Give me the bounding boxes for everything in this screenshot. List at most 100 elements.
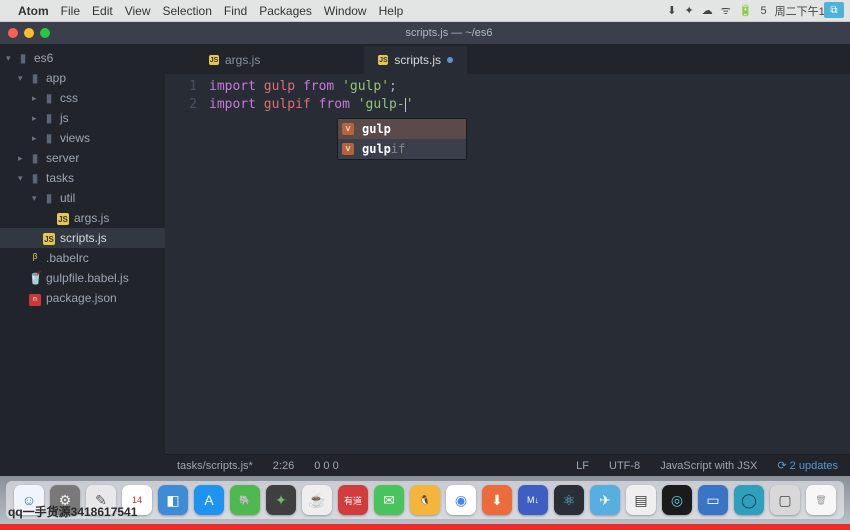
tree-label: server [46,151,79,165]
status-eol[interactable]: LF [572,460,593,472]
dock-app-16[interactable]: ✈ [590,485,620,515]
tree-babelrc[interactable]: ᵝ.babelrc [0,248,165,268]
autocomplete-item[interactable]: vgulpif [338,139,466,159]
dock-app-11[interactable]: 🐧 [410,485,440,515]
code-editor[interactable]: 1 2 import gulp from 'gulp'; import gulp… [165,74,850,454]
dock-app-7[interactable]: ✦ [266,485,296,515]
npm-icon: n [29,294,41,306]
folder-icon: ▮ [28,171,42,185]
tree-label: app [46,71,66,85]
tree-gulpfile[interactable]: 🥤 gulpfile.babel.js [0,268,165,288]
tree-label: util [60,191,75,205]
tab-args-js[interactable]: JS args.js [195,46,274,74]
app-name[interactable]: Atom [18,4,49,18]
minimize-button[interactable] [24,28,34,38]
tree-app[interactable]: ▾▮app [0,68,165,88]
js-icon: JS [378,55,388,65]
status-cursor-pos[interactable]: 2:26 [269,460,298,472]
status-language[interactable]: JavaScript with JSX [656,460,761,472]
menu-selection[interactable]: Selection [163,4,212,18]
gulp-icon: 🥤 [28,271,42,285]
dock-app-14[interactable]: M↓ [518,485,548,515]
menu-window[interactable]: Window [324,4,367,18]
zoom-button[interactable] [40,28,50,38]
tree-label: js [60,111,69,125]
tab-label: args.js [225,53,260,67]
status-download-icon[interactable]: ⬇ [667,4,676,17]
dock-app-6[interactable]: 🐘 [230,485,260,515]
dock-app-20[interactable]: ◯ [734,485,764,515]
watermark: qq一手货源3418617541 [8,503,137,520]
tree-label: package.json [46,291,117,305]
status-file[interactable]: tasks/scripts.js* [173,460,257,472]
dock-app-21[interactable]: ▢ [770,485,800,515]
dock-app-17[interactable]: ▤ [626,485,656,515]
folder-icon: ▮ [16,51,30,65]
tab-bar: JS args.js JS scripts.js [165,44,850,74]
tree-package-json[interactable]: n package.json [0,288,165,308]
status-wifi-icon[interactable]: ᯤ [721,3,731,18]
status-updates[interactable]: ⟳ 2 updates [773,459,842,472]
screenshare-icon[interactable]: ⧉ [824,2,844,18]
folder-icon: ▮ [42,111,56,125]
dock-app-18[interactable]: ◎ [662,485,692,515]
menu-edit[interactable]: Edit [92,4,113,18]
tree-label: tasks [46,171,74,185]
folder-icon: ▮ [42,91,56,105]
status-cloud-icon[interactable]: ☁ [702,4,713,17]
dock-app-13[interactable]: ⬇ [482,485,512,515]
dock-app-15[interactable]: ⚛ [554,485,584,515]
menu-help[interactable]: Help [379,4,404,18]
dock-app-8[interactable]: ☕ [302,485,332,515]
line-number: 1 [165,78,197,96]
dock-app-12[interactable]: ◉ [446,485,476,515]
tree-scripts-js[interactable]: JSscripts.js [0,228,165,248]
editor-area: JS args.js JS scripts.js 1 2 import gulp f… [165,44,850,476]
tree-util[interactable]: ▾▮util [0,188,165,208]
js-icon: JS [209,55,219,65]
close-button[interactable] [8,28,18,38]
tab-scripts-js[interactable]: JS scripts.js [364,46,467,74]
window-title: scripts.js — ~/es6 [56,27,842,39]
folder-icon: ▮ [42,191,56,205]
folder-icon: ▮ [28,151,42,165]
menu-file[interactable]: File [61,4,80,18]
menu-view[interactable]: View [125,4,151,18]
tree-label: views [60,131,90,145]
tree-args-js[interactable]: JSargs.js [0,208,165,228]
status-flag-icon[interactable]: 5 [760,5,766,17]
dock-app-9[interactable]: 有道 [338,485,368,515]
dock-app-4[interactable]: ◧ [158,485,188,515]
kind-icon: v [342,143,354,155]
tree-label: .babelrc [46,251,89,265]
dock-area: ☺⚙✎14◧A🐘✦☕有道✉🐧◉⬇M↓⚛✈▤◎▭◯▢🗑 qq一手货源3418617… [0,476,850,524]
autocomplete-popup[interactable]: vgulp vgulpif [337,118,467,160]
status-selection[interactable]: 0 0 0 [310,460,342,472]
tree-server[interactable]: ▸▮server [0,148,165,168]
window-titlebar[interactable]: scripts.js — ~/es6 [0,22,850,44]
tree-tasks[interactable]: ▾▮tasks [0,168,165,188]
dock-app-22[interactable]: 🗑 [806,485,836,515]
dock-app-5[interactable]: A [194,485,224,515]
dock-app-19[interactable]: ▭ [698,485,728,515]
status-encoding[interactable]: UTF-8 [605,460,644,472]
tree-views[interactable]: ▸▮views [0,128,165,148]
tree-js[interactable]: ▸▮js [0,108,165,128]
dock-app-10[interactable]: ✉ [374,485,404,515]
tree-css[interactable]: ▸▮css [0,88,165,108]
file-tree[interactable]: ▾▮es6 ▾▮app ▸▮css ▸▮js ▸▮views ▸▮server … [0,44,165,476]
tree-label: es6 [34,51,53,65]
kind-icon: v [342,123,354,135]
code-content[interactable]: import gulp from 'gulp'; import gulpif f… [209,78,850,454]
tree-label: gulpfile.babel.js [46,271,129,285]
status-battery-icon[interactable]: 🔋 [739,4,753,17]
autocomplete-item[interactable]: vgulp [338,119,466,139]
modified-dot-icon [447,57,453,63]
menu-find[interactable]: Find [224,4,247,18]
menu-packages[interactable]: Packages [259,4,312,18]
status-bar: tasks/scripts.js* 2:26 0 0 0 LF UTF-8 Ja… [165,454,850,476]
status-evernote-icon[interactable]: ✦ [684,4,693,17]
tree-root[interactable]: ▾▮es6 [0,48,165,68]
tab-label: scripts.js [394,53,441,67]
folder-icon: ▮ [42,131,56,145]
